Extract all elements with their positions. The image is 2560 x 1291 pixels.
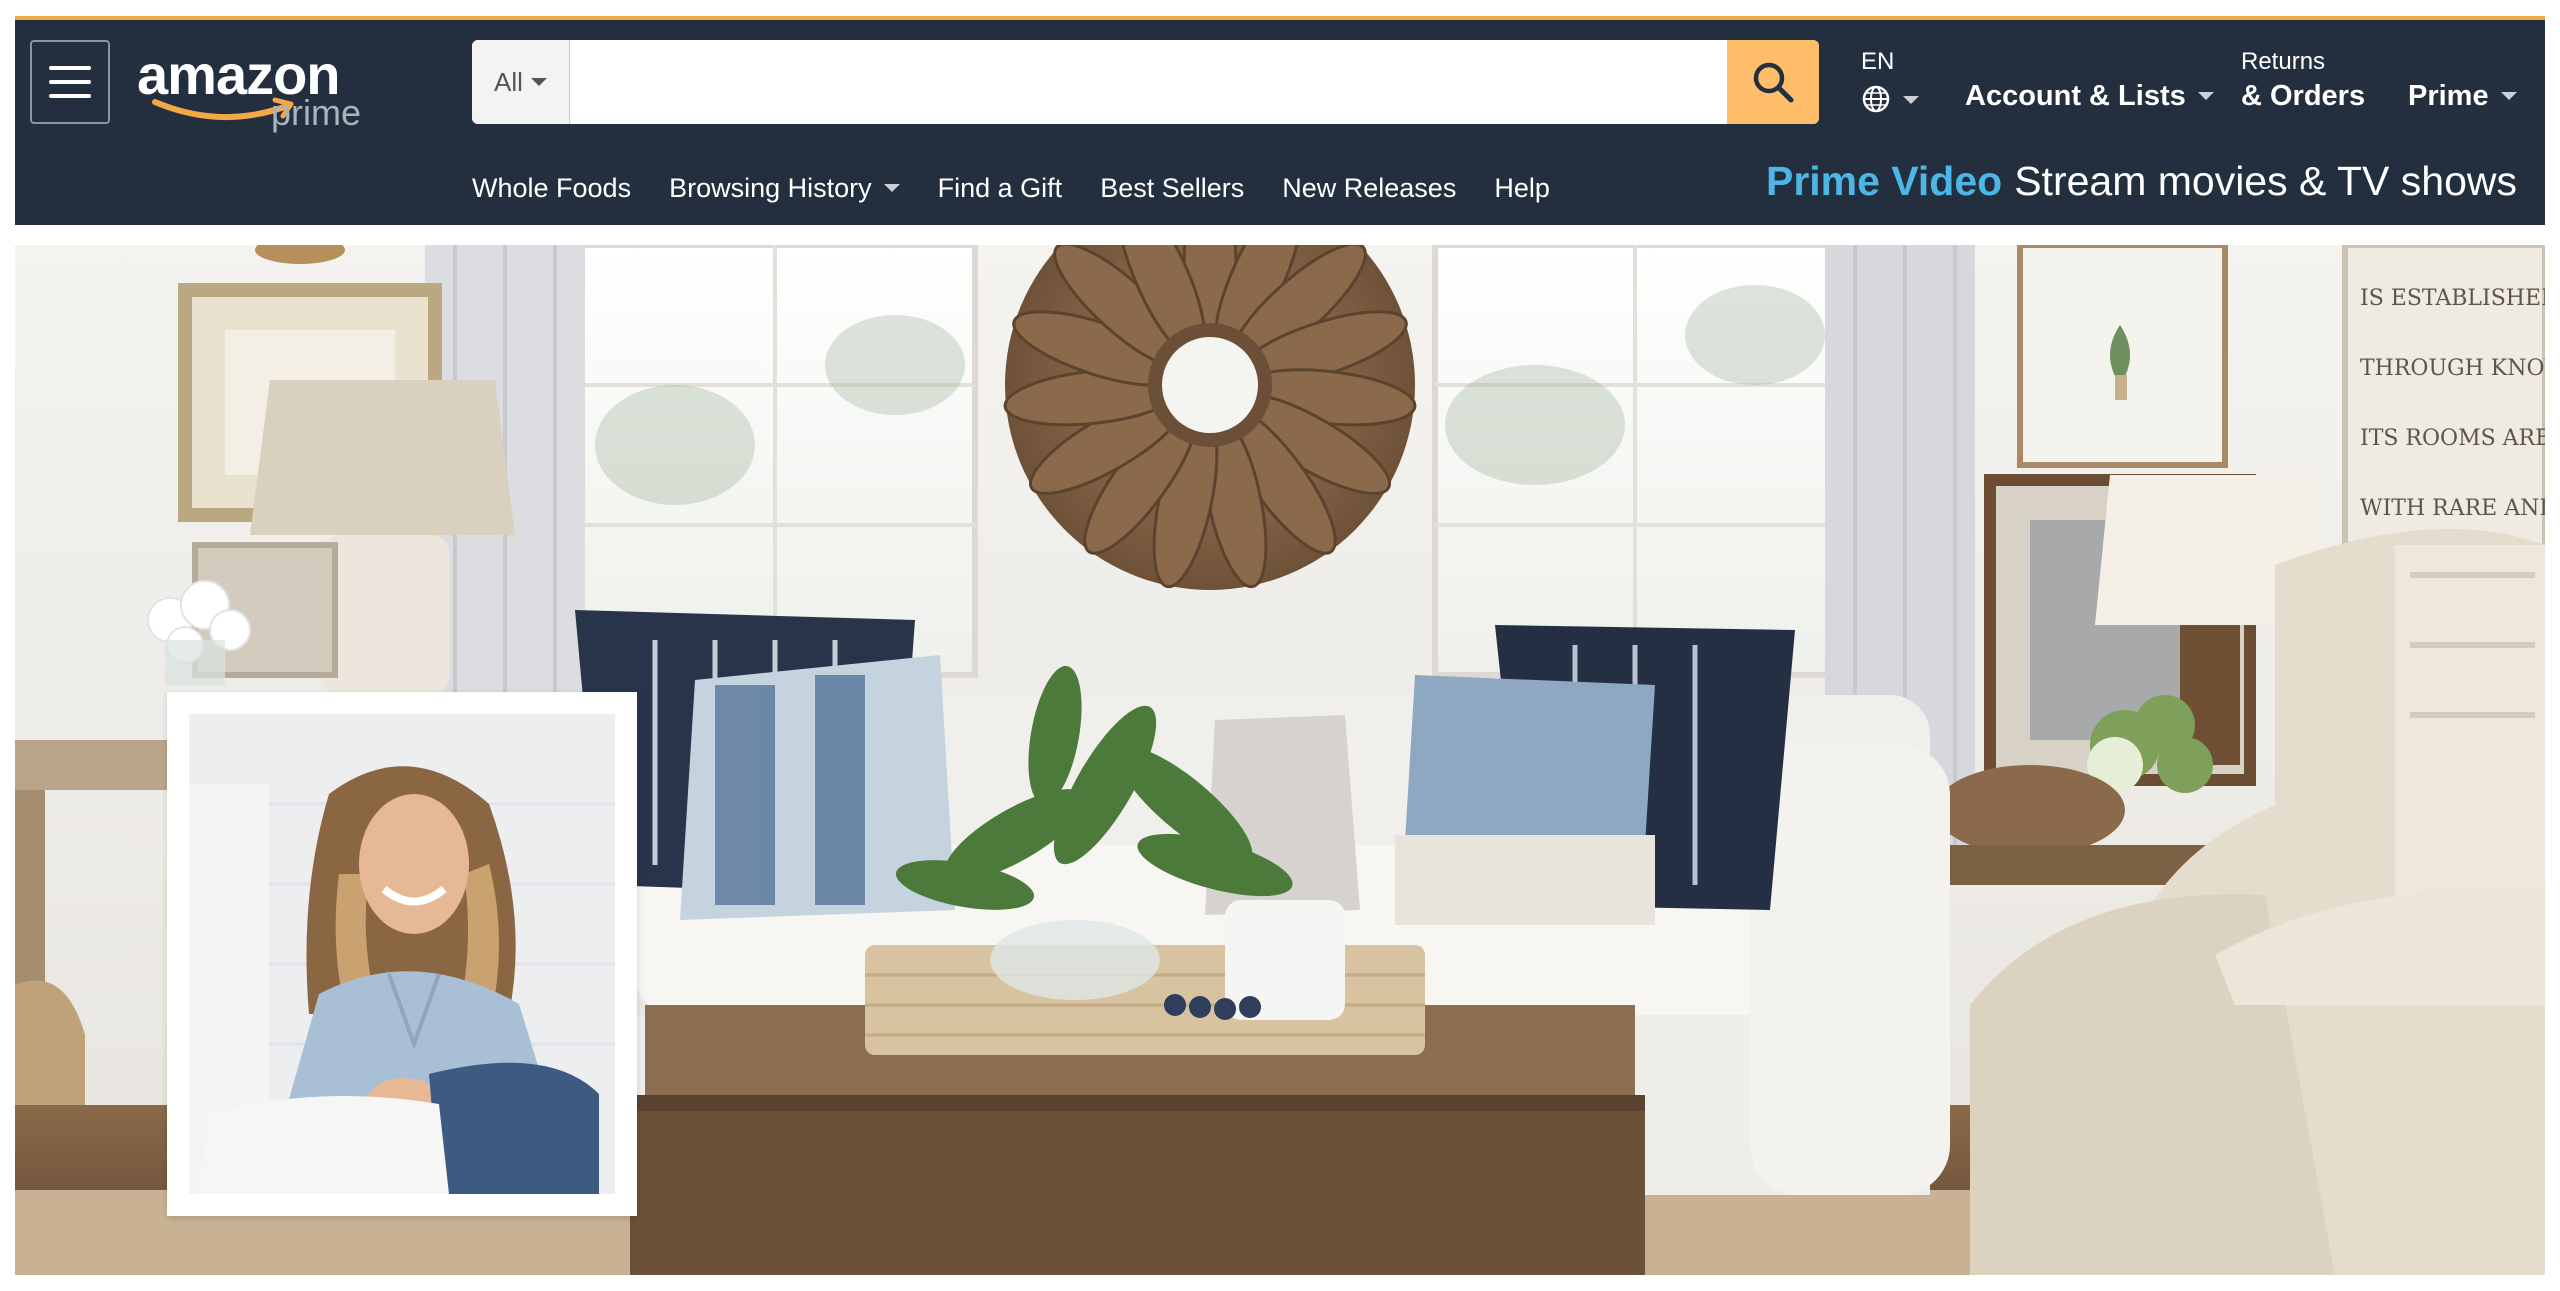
account-lists-menu[interactable]: Account & Lists	[1965, 76, 2214, 116]
language-code: EN	[1861, 48, 1895, 75]
globe-icon	[1862, 85, 1890, 113]
svg-text:WITH RARE AND: WITH RARE AND	[2360, 496, 2545, 521]
nav-item-best-sellers[interactable]: Best Sellers	[1100, 173, 1244, 204]
menu-bar	[49, 80, 91, 84]
amazon-prime-logo[interactable]: amazon prime	[121, 42, 381, 133]
search-button[interactable]	[1727, 40, 1819, 124]
search-icon	[1753, 62, 1794, 103]
chevron-down-icon	[1903, 96, 1919, 104]
prime-video-tagline: Stream movies & TV shows	[2014, 158, 2517, 204]
prime-label: Prime	[2408, 79, 2489, 112]
portrait-card	[167, 692, 637, 1216]
svg-text:THROUGH KNOWLEDGE: THROUGH KNOWLEDGE	[2360, 356, 2545, 381]
nav-item-whole-foods[interactable]: Whole Foods	[472, 173, 631, 204]
nav-item-label: New Releases	[1282, 172, 1457, 203]
nav-item-new-releases[interactable]: New Releases	[1282, 173, 1456, 204]
search-department-select[interactable]: All	[472, 40, 570, 124]
chevron-down-icon	[883, 184, 900, 192]
hamburger-menu-icon[interactable]	[30, 40, 110, 124]
menu-bar	[49, 66, 91, 70]
nav-item-find-a-gift[interactable]: Find a Gift	[938, 173, 1063, 204]
returns-orders-link[interactable]: Returns & Orders	[2241, 48, 2365, 113]
nav-item-label: Whole Foods	[472, 172, 632, 203]
portrait-photo	[189, 714, 615, 1194]
prime-menu[interactable]: Prime	[2408, 76, 2517, 116]
nav-item-label: Help	[1494, 172, 1550, 203]
nav-item-label: Browsing History	[669, 172, 872, 203]
chevron-down-icon	[2197, 92, 2214, 100]
portrait-photo-frame	[189, 714, 615, 1194]
menu-bar	[49, 94, 91, 98]
chevron-down-icon	[530, 78, 547, 86]
prime-video-brand: Prime Video	[1765, 158, 2003, 204]
account-label: Account & Lists	[1965, 79, 2186, 112]
site-header: amazon prime All EN Account & Lists Retu…	[15, 16, 2545, 225]
chevron-down-icon	[2500, 92, 2517, 100]
prime-video-promo[interactable]: Prime Video Stream movies & TV shows	[1766, 158, 2517, 214]
bottom-frame	[0, 1275, 2560, 1291]
top-frame	[0, 0, 2560, 16]
svg-text:IS ESTABLISHED,: IS ESTABLISHED,	[2360, 286, 2545, 311]
logo-submark: prime	[271, 92, 362, 133]
language-selector[interactable]: EN	[1861, 48, 1951, 128]
search-bar: All	[472, 40, 1819, 124]
nav-item-browsing-history[interactable]: Browsing History	[669, 173, 900, 204]
nav-item-label: Best Sellers	[1100, 172, 1245, 203]
returns-label: Returns	[2241, 48, 2326, 75]
search-input[interactable]	[570, 40, 1727, 124]
hero-banner[interactable]: IS ESTABLISHED, THROUGH KNOWLEDGE ITS RO…	[15, 245, 2545, 1275]
svg-text:ITS ROOMS ARE FILLED: ITS ROOMS ARE FILLED	[2360, 426, 2545, 451]
orders-label: & Orders	[2241, 80, 2366, 112]
secondary-nav: Whole Foods Browsing History Find a Gift…	[472, 168, 1550, 208]
nav-item-help[interactable]: Help	[1494, 173, 1550, 204]
nav-item-label: Find a Gift	[937, 172, 1063, 203]
search-department-label: All	[494, 66, 523, 97]
